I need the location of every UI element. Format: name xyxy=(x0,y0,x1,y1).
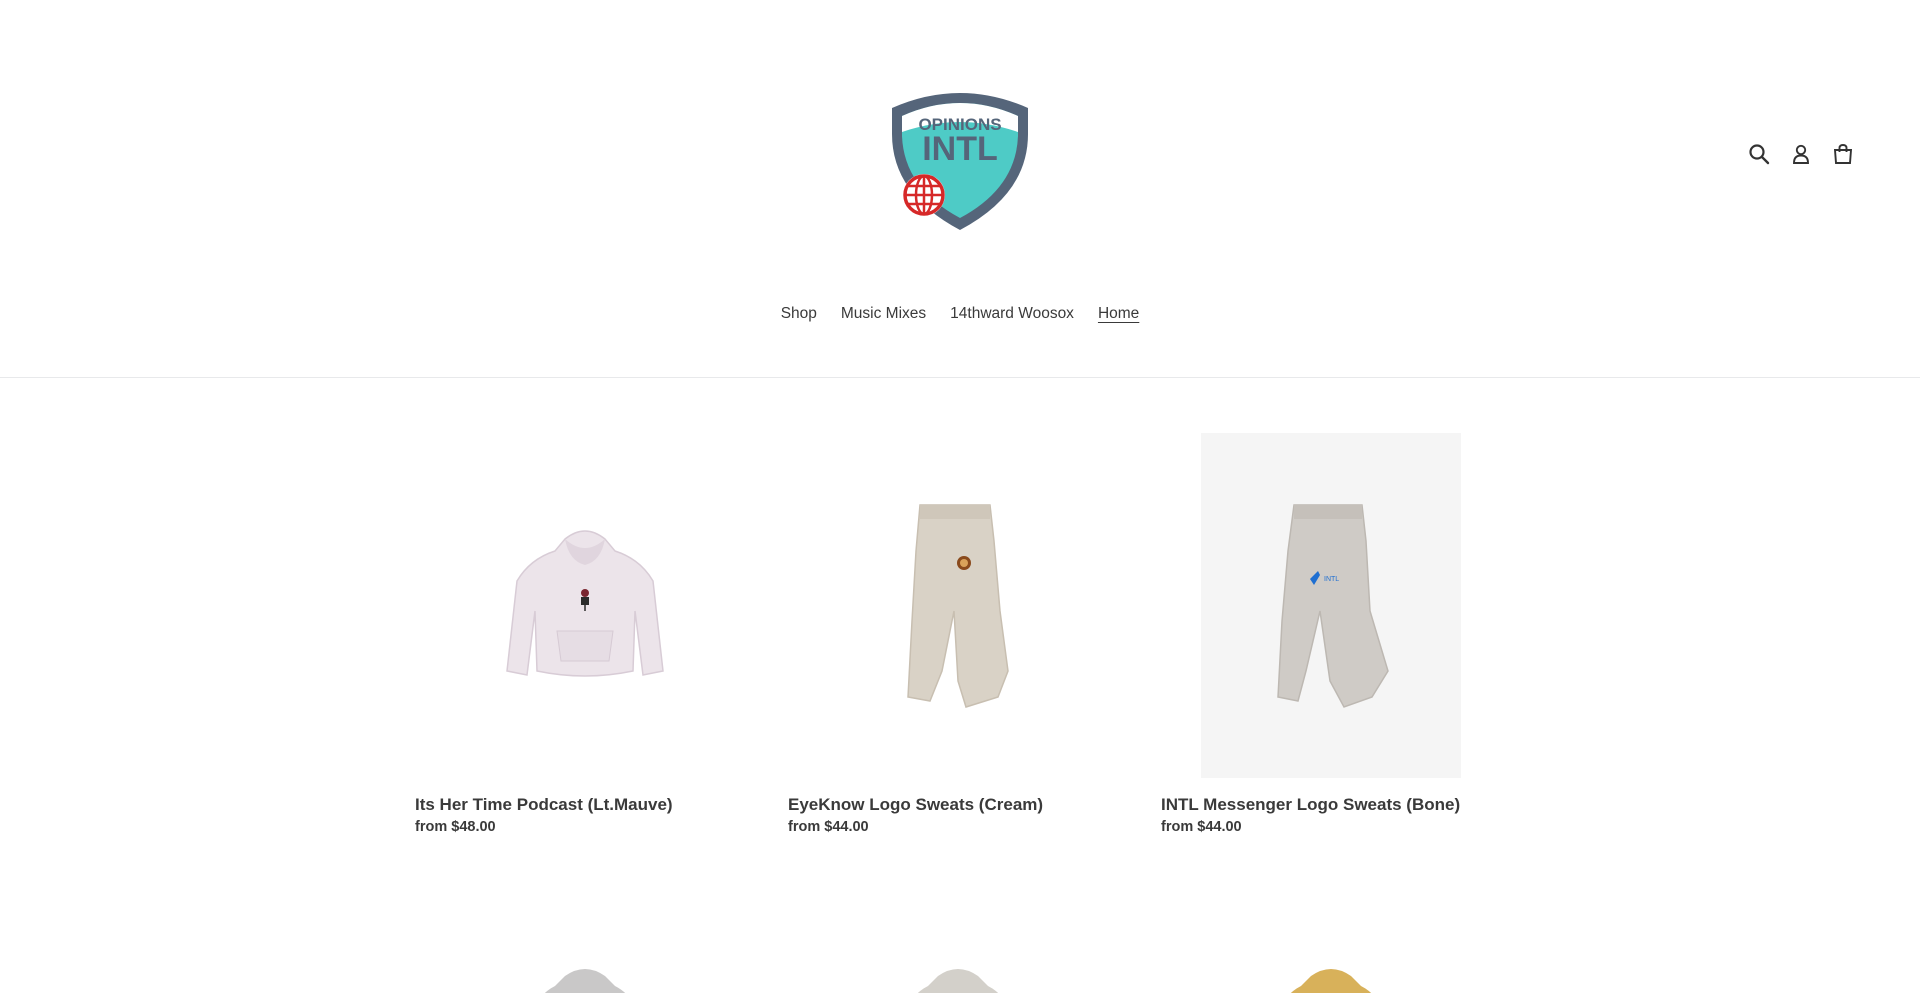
product-title[interactable]: Its Her Time Podcast (Lt.Mauve) xyxy=(415,794,755,816)
svg-text:INTL: INTL xyxy=(1324,576,1339,583)
product-image[interactable] xyxy=(415,433,755,778)
header-actions xyxy=(1748,142,1854,166)
product-card[interactable]: Its Her Time Podcast (Lt.Mauve) from $48… xyxy=(415,433,755,835)
logo-main-text: INTL xyxy=(922,130,998,168)
product-grid: Its Her Time Podcast (Lt.Mauve) from $48… xyxy=(415,433,1515,835)
nav-item-home[interactable]: Home xyxy=(1086,305,1151,323)
product-price: from $48.00 xyxy=(415,819,496,835)
nav-item-music-mixes[interactable]: Music Mixes xyxy=(829,305,938,323)
product-price: from $44.00 xyxy=(1161,819,1242,835)
sweatpants-image: INTL xyxy=(1277,503,1389,708)
site-header: OPINIONS INTL Shop Music Mixes 14thward … xyxy=(0,0,1920,378)
nav-item-shop[interactable]: Shop xyxy=(769,305,829,323)
hoodie-image xyxy=(917,969,999,993)
product-card[interactable] xyxy=(788,950,1128,993)
product-image[interactable]: INTL xyxy=(1161,433,1501,778)
sweatpants-image xyxy=(907,503,1009,708)
search-icon[interactable] xyxy=(1748,142,1770,166)
hoodie-image xyxy=(506,529,664,677)
hoodie-image xyxy=(544,969,626,993)
hoodie-image xyxy=(1290,969,1372,993)
account-icon[interactable] xyxy=(1790,142,1812,166)
opinions-intl-logo: OPINIONS INTL xyxy=(892,93,1028,230)
product-card[interactable] xyxy=(1161,950,1501,993)
product-grid-row-2 xyxy=(415,950,1515,993)
product-image[interactable] xyxy=(788,433,1128,778)
product-title[interactable]: INTL Messenger Logo Sweats (Bone) xyxy=(1161,794,1501,816)
globe-icon xyxy=(903,174,945,216)
product-price: from $44.00 xyxy=(788,819,869,835)
cart-icon[interactable] xyxy=(1832,142,1854,166)
product-card[interactable]: INTL INTL Messenger Logo Sweats (Bone) f… xyxy=(1161,433,1501,835)
main-nav: Shop Music Mixes 14thward Woosox Home xyxy=(0,305,1920,323)
product-title[interactable]: EyeKnow Logo Sweats (Cream) xyxy=(788,794,1128,816)
nav-item-14thward-woosox[interactable]: 14thward Woosox xyxy=(938,305,1086,323)
site-logo[interactable]: OPINIONS INTL xyxy=(880,90,1040,236)
product-card[interactable]: EyeKnow Logo Sweats (Cream) from $44.00 xyxy=(788,433,1128,835)
product-card[interactable] xyxy=(415,950,755,993)
